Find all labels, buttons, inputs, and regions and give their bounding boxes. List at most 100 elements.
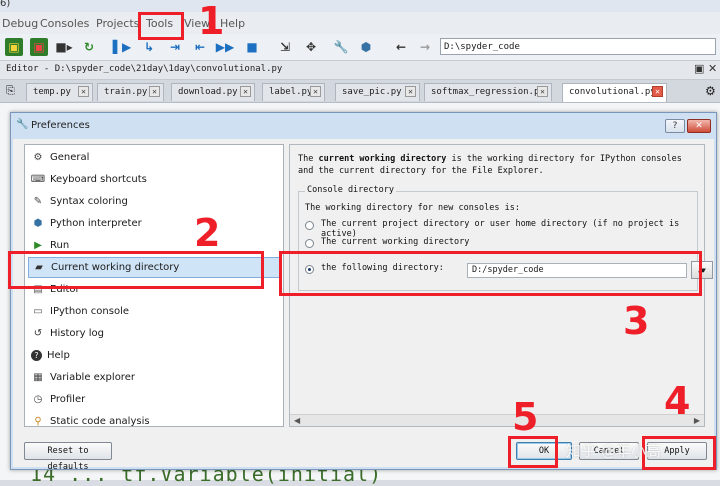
annotation-number-5: 5 <box>512 395 539 439</box>
history-icon: ↺ <box>33 328 43 339</box>
sidebar-item-label: Syntax coloring <box>50 196 128 207</box>
sidebar-item-ipython-console[interactable]: ▭ IPython console <box>28 301 282 322</box>
annotation-number-3: 3 <box>623 299 650 343</box>
menu-debug[interactable]: Debug <box>2 17 38 30</box>
sidebar-item-syntax-coloring[interactable]: ✎ Syntax coloring <box>28 191 282 212</box>
window-title: 6) <box>0 0 11 9</box>
sidebar-item-label: General <box>50 152 90 163</box>
desc-bold: current working directory <box>318 154 447 164</box>
annotation-number-2: 2 <box>194 211 221 255</box>
dialog-title: Preferences <box>31 120 90 131</box>
python-path-icon[interactable]: ⬢ <box>357 38 375 56</box>
toolbar: ▣ ▣ ■▸ ↻ ▌▶ ↳ ⇥ ⇤ ▶▶ ■ ⇲ ✥ 🔧 ⬢ ← → D:\sp… <box>0 34 720 61</box>
tab-label: label.py <box>269 87 313 97</box>
group-intro: The working directory for new consoles i… <box>305 203 520 213</box>
maximize-pane-icon[interactable]: ⇲ <box>276 38 294 56</box>
close-tab-icon[interactable]: ✕ <box>78 86 89 97</box>
close-tab-icon[interactable]: ✕ <box>240 86 251 97</box>
scroll-right-icon[interactable]: ▶ <box>694 416 700 425</box>
annotation-box-ok <box>508 436 558 468</box>
sidebar-item-help[interactable]: ? Help <box>28 345 282 366</box>
menu-consoles[interactable]: Consoles <box>40 17 89 30</box>
editor-header: Editor - D:\spyder_code\21day\1day\convo… <box>0 61 720 80</box>
sidebar-item-variable-explorer[interactable]: ▦ Variable explorer <box>28 367 282 388</box>
radio-project-directory[interactable] <box>305 221 314 230</box>
close-tab-icon[interactable]: ✕ <box>537 86 548 97</box>
close-tab-icon[interactable]: ✕ <box>652 86 663 97</box>
undock-icon[interactable]: ▣ <box>694 62 704 75</box>
table-icon: ▦ <box>33 372 43 383</box>
wrench-icon[interactable]: 🔧 <box>332 38 350 56</box>
close-tab-icon[interactable]: ✕ <box>405 86 416 97</box>
editor-title: Editor - D:\spyder_code\21day\1day\convo… <box>6 64 283 74</box>
dialog-title-bar[interactable]: 🔧 Preferences ? ✕ <box>11 113 716 139</box>
close-pane-icon[interactable]: ✕ <box>708 62 717 75</box>
stop-icon[interactable]: ■ <box>243 38 261 56</box>
tab-label: softmax_regression.py <box>431 87 545 97</box>
radio-current-working-directory[interactable] <box>305 239 314 248</box>
scroll-left-icon[interactable]: ◀ <box>294 416 300 425</box>
annotation-number-1: 1 <box>198 0 225 43</box>
sidebar-item-label: Run <box>50 240 70 251</box>
step-into-icon[interactable]: ⇥ <box>166 38 184 56</box>
radio-label: The current project directory or user ho… <box>321 219 680 239</box>
sidebar-item-label: Python interpreter <box>50 218 142 229</box>
sidebar-item-label: Variable explorer <box>50 372 135 383</box>
tab-label: save_pic.py <box>342 87 402 97</box>
tab-label: train.py <box>104 87 148 97</box>
back-arrow-icon[interactable]: ← <box>392 38 410 56</box>
ipython-icon: ▭ <box>33 306 43 317</box>
sidebar-item-general[interactable]: ⚙ General <box>28 147 282 168</box>
window-title-strip: 6) <box>0 0 720 12</box>
gear-icon[interactable]: ⚙ <box>705 84 716 98</box>
annotation-box-directory <box>279 251 702 296</box>
tab-label: convolutional.py <box>569 87 656 97</box>
menu-bar: Debug Consoles Projects Tools View Help <box>0 12 720 35</box>
keyboard-icon: ⌨ <box>30 174 46 185</box>
wrench-icon: 🔧 <box>16 119 29 130</box>
tab-temp[interactable]: temp.py ✕ <box>26 83 93 101</box>
radio-label: The current working directory <box>321 237 470 247</box>
reset-to-defaults-button[interactable]: Reset to defaults <box>24 442 112 472</box>
sidebar-item-python-interpreter[interactable]: ⬢ Python interpreter <box>28 213 282 234</box>
tab-label-py[interactable]: label.py ✕ <box>262 83 325 101</box>
run-cell-icon[interactable]: ▣ <box>30 38 48 56</box>
sidebar-item-label: Keyboard shortcuts <box>50 174 147 185</box>
tab-label: temp.py <box>33 87 71 97</box>
debug-icon[interactable]: ▌▶ <box>113 38 131 56</box>
help-button[interactable]: ? <box>665 119 685 133</box>
horizontal-scrollbar[interactable]: ◀ ▶ <box>290 414 704 426</box>
sidebar-item-label: IPython console <box>50 306 130 317</box>
tab-save-pic[interactable]: save_pic.py ✕ <box>335 83 420 101</box>
run-file-icon[interactable]: ▣ <box>5 38 23 56</box>
sidebar-item-label: Help <box>47 350 70 361</box>
sidebar-item-label: Static code analysis <box>50 416 150 427</box>
rerun-icon[interactable]: ↻ <box>80 38 98 56</box>
close-tab-icon[interactable]: ✕ <box>310 86 321 97</box>
tab-label: download.py <box>178 87 238 97</box>
sidebar-item-history-log[interactable]: ↺ History log <box>28 323 282 344</box>
tab-train[interactable]: train.py ✕ <box>97 83 164 101</box>
tab-softmax-regression[interactable]: softmax_regression.py ✕ <box>424 83 552 101</box>
sidebar-item-keyboard-shortcuts[interactable]: ⌨ Keyboard shortcuts <box>28 169 282 190</box>
sidebar-item-profiler[interactable]: ◷ Profiler <box>28 389 282 410</box>
editor-tab-bar: ⎘ temp.py ✕ train.py ✕ download.py ✕ label.… <box>0 80 720 103</box>
working-directory-input[interactable]: D:\spyder_code <box>440 38 716 55</box>
annotation-box-tools <box>138 12 184 40</box>
step-icon[interactable]: ↳ <box>140 38 158 56</box>
browse-tabs-icon[interactable]: ⎘ <box>6 84 15 98</box>
help-icon: ? <box>31 350 42 361</box>
tab-download[interactable]: download.py ✕ <box>171 83 255 101</box>
close-button[interactable]: ✕ <box>687 119 711 133</box>
brush-icon: ✎ <box>33 196 43 207</box>
forward-arrow-icon[interactable]: → <box>416 38 434 56</box>
menu-projects[interactable]: Projects <box>96 17 139 30</box>
run-cell-advance-icon[interactable]: ■▸ <box>55 38 73 56</box>
fullscreen-icon[interactable]: ✥ <box>302 38 320 56</box>
tab-convolutional[interactable]: convolutional.py ✕ <box>562 83 667 102</box>
sidebar-item-label: History log <box>50 328 104 339</box>
close-tab-icon[interactable]: ✕ <box>149 86 160 97</box>
sidebar-item-static-code-analysis[interactable]: ⚲ Static code analysis <box>28 411 282 432</box>
dialog-body: ⚙ General ⌨ Keyboard shortcuts ✎ Syntax col… <box>13 139 714 472</box>
python-icon: ⬢ <box>33 218 43 229</box>
